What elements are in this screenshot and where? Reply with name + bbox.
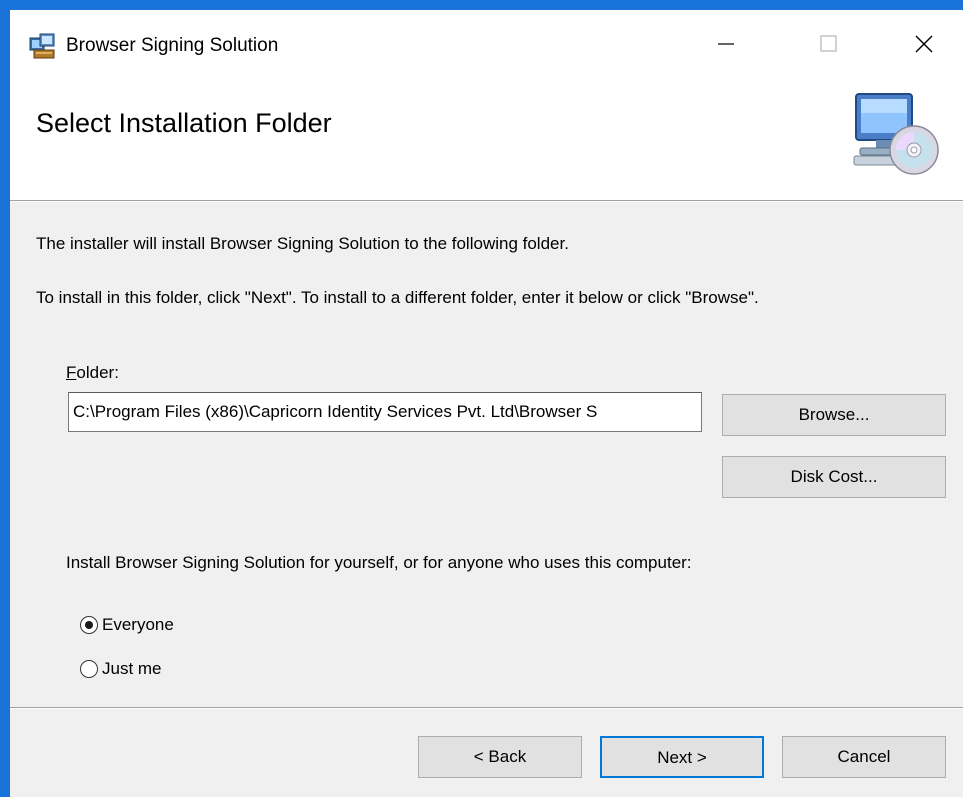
- folder-label-accelerator: F: [66, 363, 77, 382]
- computer-cd-icon: [853, 93, 939, 175]
- browse-button[interactable]: Browse...: [722, 394, 946, 436]
- disk-cost-button[interactable]: Disk Cost...: [722, 456, 946, 498]
- header-divider-highlight: [10, 201, 963, 202]
- window-frame-left: [0, 0, 10, 797]
- radio-just-me[interactable]: [80, 660, 98, 678]
- radio-everyone-label[interactable]: Everyone: [102, 614, 174, 636]
- wizard-header: Select Installation Folder: [10, 76, 963, 200]
- window-frame-top: [0, 0, 963, 10]
- minimize-icon[interactable]: [706, 26, 746, 62]
- install-scope-prompt: Install Browser Signing Solution for you…: [66, 553, 692, 572]
- close-icon[interactable]: [904, 26, 944, 62]
- folder-path-input[interactable]: C:\Program Files (x86)\Capricorn Identit…: [68, 392, 702, 432]
- radio-everyone[interactable]: [80, 616, 98, 634]
- folder-label: Folder:: [66, 362, 119, 384]
- installer-app-icon: [29, 33, 55, 59]
- window-title: Browser Signing Solution: [66, 35, 279, 56]
- maximize-icon: [820, 35, 837, 52]
- footer-divider-highlight: [10, 708, 963, 709]
- intro-text: The installer will install Browser Signi…: [36, 234, 569, 253]
- installer-window: Browser Signing Solution Select Installa…: [10, 10, 963, 797]
- folder-label-text: older:: [76, 363, 119, 382]
- page-title: Select Installation Folder: [36, 108, 332, 138]
- title-bar[interactable]: Browser Signing Solution: [10, 10, 963, 76]
- radio-just-me-label[interactable]: Just me: [102, 658, 162, 680]
- instructions-text: To install in this folder, click "Next".…: [36, 288, 759, 307]
- next-button[interactable]: Next >: [600, 736, 764, 778]
- back-button[interactable]: < Back: [418, 736, 582, 778]
- cancel-button[interactable]: Cancel: [782, 736, 946, 778]
